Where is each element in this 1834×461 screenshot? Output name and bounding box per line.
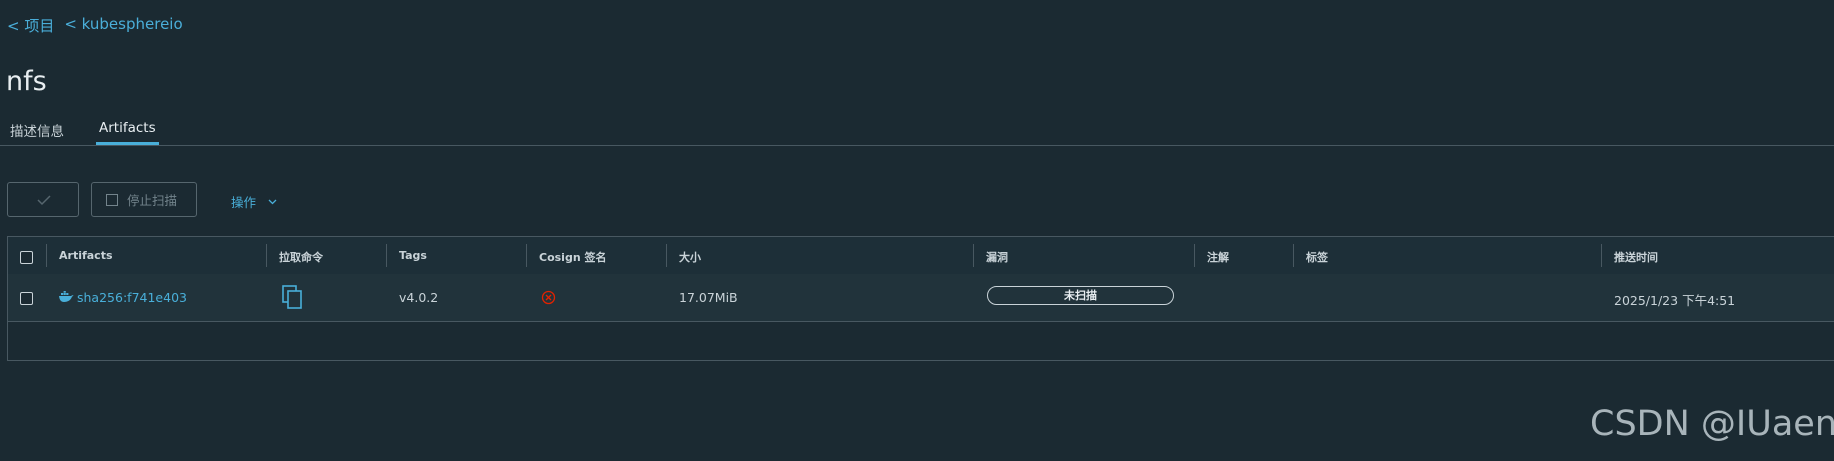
column-header-size[interactable]: 大小: [679, 249, 701, 265]
column-header-vulnerabilities[interactable]: 漏洞: [986, 249, 1008, 265]
column-separator: [526, 244, 527, 267]
column-separator: [1293, 244, 1294, 267]
column-header-artifacts[interactable]: Artifacts: [59, 249, 113, 262]
scan-button[interactable]: [7, 182, 79, 217]
column-header-labels[interactable]: 标签: [1306, 249, 1328, 265]
row-select-checkbox[interactable]: [20, 292, 33, 305]
column-separator: [1194, 244, 1195, 267]
copy-icon[interactable]: [282, 285, 302, 309]
stop-scan-label: 停止扫描: [127, 193, 178, 208]
page-title: nfs: [6, 66, 47, 97]
tab-bar: 描述信息 Artifacts: [0, 118, 1834, 146]
check-icon: [37, 195, 51, 206]
action-dropdown[interactable]: 操作: [231, 192, 277, 211]
column-header-pull-command[interactable]: 拉取命令: [279, 249, 323, 265]
size-value: 17.07MiB: [679, 290, 738, 305]
breadcrumb: < 项目 < kubesphereio: [7, 15, 183, 36]
column-header-annotations[interactable]: 注解: [1207, 249, 1229, 265]
vulnerability-status-badge: 未扫描: [987, 286, 1174, 305]
push-time-value: 2025/1/23 下午4:51: [1614, 293, 1736, 308]
watermark: CSDN @IUaena: [1590, 404, 1834, 444]
column-separator: [1601, 244, 1602, 267]
select-all-checkbox[interactable]: [20, 251, 33, 264]
column-separator: [666, 244, 667, 267]
unsigned-x-circle-icon: [541, 290, 556, 305]
column-separator: [266, 244, 267, 267]
tab-artifacts[interactable]: Artifacts: [96, 120, 159, 145]
breadcrumb-kubesphereio-link[interactable]: < kubesphereio: [64, 15, 182, 36]
column-header-push-time[interactable]: 推送时间: [1614, 249, 1658, 265]
docker-icon: [59, 291, 74, 302]
table-row: sha256:f741e403 v4.0.2 17.07MiB 未扫描 2025…: [8, 274, 1834, 322]
column-header-tags[interactable]: Tags: [399, 249, 427, 262]
artifacts-table: Artifacts 拉取命令 Tags Cosign 签名 大小 漏洞 注解 标…: [7, 236, 1834, 361]
chevron-down-icon: [268, 199, 277, 204]
column-separator: [973, 244, 974, 267]
action-label: 操作: [231, 195, 257, 210]
table-header: Artifacts 拉取命令 Tags Cosign 签名 大小 漏洞 注解 标…: [8, 237, 1834, 275]
artifacts-page: < 项目 < kubesphereio nfs 描述信息 Artifacts 停…: [0, 0, 1834, 461]
column-header-cosign[interactable]: Cosign 签名: [539, 249, 606, 265]
stop-square-icon: [106, 193, 118, 206]
column-separator: [386, 244, 387, 267]
stop-scan-button[interactable]: 停止扫描: [91, 182, 197, 217]
artifact-digest-link[interactable]: sha256:f741e403: [77, 290, 187, 305]
tags-value: v4.0.2: [399, 290, 439, 305]
tab-description[interactable]: 描述信息: [10, 120, 64, 140]
breadcrumb-projects-link[interactable]: < 项目: [7, 15, 54, 36]
column-separator: [46, 244, 47, 267]
